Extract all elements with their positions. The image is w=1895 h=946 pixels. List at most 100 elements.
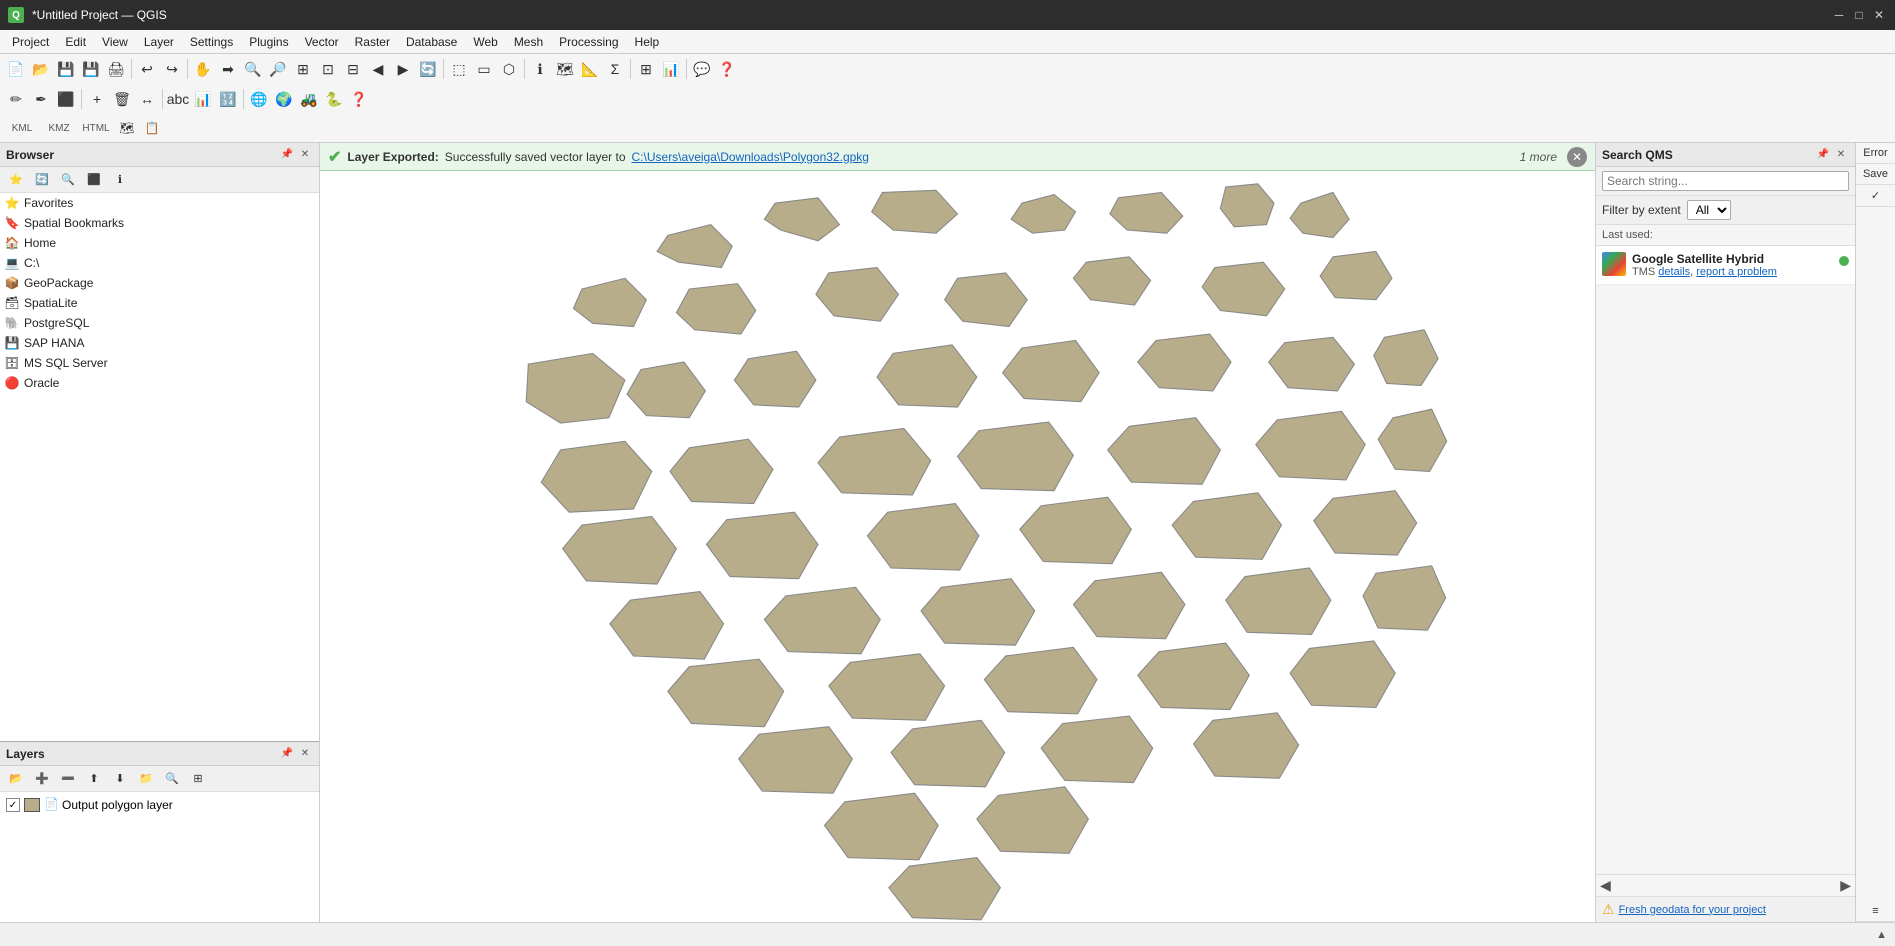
georef2-button[interactable]: 🌍 [272,87,296,111]
zoom-prev-button[interactable]: ◀ [366,57,390,81]
notif-close-button[interactable]: ✕ [1567,147,1587,167]
save-button[interactable]: 💾 [54,57,78,81]
select-rect-button[interactable]: ▭ [472,57,496,81]
browser-item-spatialite[interactable]: 🗃 SpatiaLite [0,293,319,313]
qms-filter-select[interactable]: All [1687,200,1731,220]
browser-item-sap-hana[interactable]: 💾 SAP HANA [0,333,319,353]
qgis-help-button[interactable]: ❓ [347,87,371,111]
pan-button[interactable]: ✋ [191,57,215,81]
map-canvas[interactable] [320,171,1595,922]
browser-refresh-button[interactable]: 🔄 [30,168,54,192]
error-tab[interactable]: Error [1856,143,1895,164]
python-button[interactable]: 🐍 [322,87,346,111]
layers-close-button[interactable]: ✕ [297,746,313,762]
browser-home-button[interactable]: ⭐ [4,168,28,192]
browser-item-postgresql[interactable]: 🐘 PostgreSQL [0,313,319,333]
diagram-button[interactable]: 📊 [191,87,215,111]
redo-button[interactable]: ↪ [160,57,184,81]
georef-button[interactable]: 🌐 [247,87,271,111]
menu-vector[interactable]: Vector [297,33,347,51]
menu-raster[interactable]: Raster [347,33,398,51]
check-right-button[interactable]: ✓ [1856,185,1895,207]
qms-search-input[interactable] [1602,171,1849,191]
sum-button[interactable]: Σ [603,57,627,81]
browser-collapse-button[interactable]: ⬛ [82,168,106,192]
add-feature-button[interactable]: + [85,87,109,111]
kml2-button[interactable]: KMZ [41,116,77,140]
notif-file-link[interactable]: C:\Users\aveiga\Downloads\Polygon32.gpkg [632,150,869,164]
new-project-button[interactable]: 📄 [4,57,28,81]
menu-view[interactable]: View [94,33,136,51]
minimize-button[interactable]: ─ [1831,7,1847,23]
edit-button[interactable]: ✒ [29,87,53,111]
menu-edit[interactable]: Edit [57,33,94,51]
layers-pin-button[interactable]: 📌 [279,746,295,762]
html-button[interactable]: HTML [78,116,114,140]
qms-close-button[interactable]: ✕ [1833,147,1849,163]
pan-right-button[interactable]: ➡ [216,57,240,81]
field-calc-button[interactable]: 🔢 [216,87,240,111]
label-button[interactable]: abc [166,87,190,111]
zoom-layer-button[interactable]: ⊡ [316,57,340,81]
stats-button[interactable]: 📊 [659,57,683,81]
browser-item-oracle[interactable]: 🔴 Oracle [0,373,319,393]
stacked-button[interactable]: 📋 [140,116,164,140]
help-tool-button[interactable]: ❓ [715,57,739,81]
digitize-button[interactable]: ✏ [4,87,28,111]
close-button[interactable]: ✕ [1871,7,1887,23]
zoom-in-button[interactable]: 🔍 [241,57,265,81]
save-as-button[interactable]: 💾 [79,57,103,81]
layers-up-button[interactable]: ⬆ [82,767,106,791]
menu-database[interactable]: Database [398,33,465,51]
far-right-bottom-button[interactable]: ≡ [1856,901,1895,922]
menu-web[interactable]: Web [465,33,505,51]
zoom-next-button[interactable]: ▶ [391,57,415,81]
menu-project[interactable]: Project [4,33,57,51]
browser-pin-button[interactable]: 📌 [279,147,295,163]
browser-filter-button[interactable]: 🔍 [56,168,80,192]
layers-panel-icon[interactable]: ⊞ [186,767,210,791]
measure-button[interactable]: 📐 [578,57,602,81]
qms-scroll-right[interactable]: ▶ [1840,877,1851,894]
maximize-button[interactable]: □ [1851,7,1867,23]
browser-item-geopackage[interactable]: 📦 GeoPackage [0,273,319,293]
print-button[interactable]: 🖨 [104,57,128,81]
menu-plugins[interactable]: Plugins [241,33,296,51]
info-button[interactable]: ℹ [528,57,552,81]
select-button[interactable]: ⬚ [447,57,471,81]
annotation-button[interactable]: 💬 [690,57,714,81]
open-project-button[interactable]: 📂 [29,57,53,81]
layers-add-button[interactable]: ➕ [30,767,54,791]
layers-remove-button[interactable]: ➖ [56,767,80,791]
qms-report-link[interactable]: report a problem [1696,266,1777,278]
browser-close-button[interactable]: ✕ [297,147,313,163]
zoom-full-button[interactable]: ⊞ [291,57,315,81]
browser-item-home[interactable]: 🏠 Home [0,233,319,253]
browser-item-c-drive[interactable]: 💻 C:\ [0,253,319,273]
menu-processing[interactable]: Processing [551,33,626,51]
browser-item-favorites[interactable]: ⭐ Favorites [0,193,319,213]
move-feature-button[interactable]: ↔ [135,87,159,111]
layer-visibility-checkbox[interactable] [6,798,20,812]
menu-mesh[interactable]: Mesh [506,33,551,51]
browser-item-mssql[interactable]: 🗄 MS SQL Server [0,353,319,373]
qms-scroll-left[interactable]: ◀ [1600,877,1611,894]
qms-details-link[interactable]: details [1658,266,1690,278]
menu-settings[interactable]: Settings [182,33,241,51]
osm-button[interactable]: 🗺 [115,116,139,140]
table-button[interactable]: ⊞ [634,57,658,81]
undo-button[interactable]: ↩ [135,57,159,81]
layer-item-polygon[interactable]: 📄 Output polygon layer [2,794,317,816]
node-tool-button[interactable]: ⬛ [54,87,78,111]
qms-pin-button[interactable]: 📌 [1815,147,1831,163]
georef3-button[interactable]: 🚜 [297,87,321,111]
browser-item-bookmarks[interactable]: 🔖 Spatial Bookmarks [0,213,319,233]
refresh-button[interactable]: 🔄 [416,57,440,81]
zoom-selected-button[interactable]: ⊟ [341,57,365,81]
delete-feature-button[interactable]: 🗑 [110,87,134,111]
kml-button[interactable]: KML [4,116,40,140]
qms-fresh-geodata-link[interactable]: Fresh geodata for your project [1619,904,1766,916]
menu-layer[interactable]: Layer [136,33,182,51]
select-polygon-button[interactable]: ⬡ [497,57,521,81]
layers-open-button[interactable]: 📂 [4,767,28,791]
